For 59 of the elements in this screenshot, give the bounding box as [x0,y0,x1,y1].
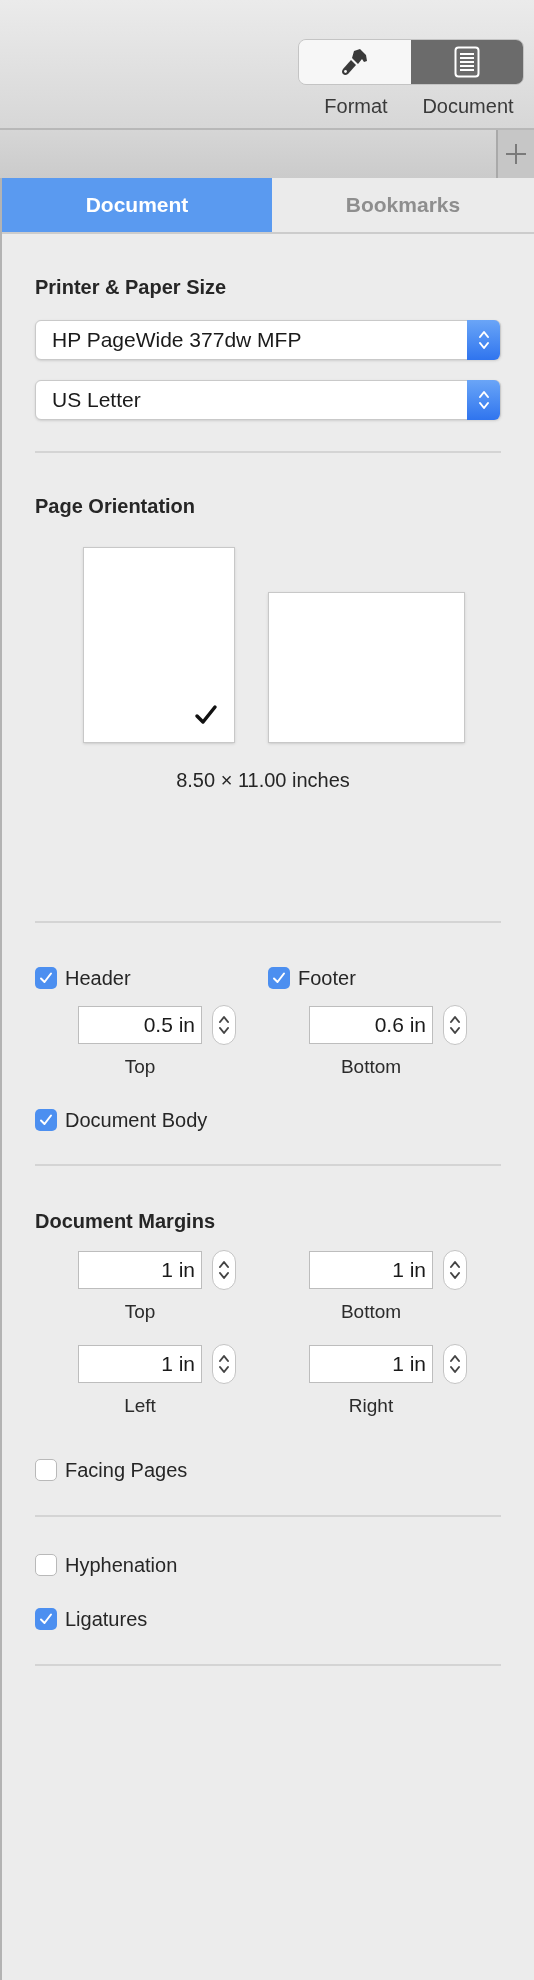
checkmark-icon [194,704,218,726]
stepper-button[interactable] [443,1249,467,1290]
stepper-button[interactable] [212,1344,236,1384]
toolbar-label: Document [421,94,515,119]
field-caption: Bottom [339,1055,403,1079]
checkbox-label: Facing Pages [65,1457,188,1483]
stepper-arrows-icon [218,1258,230,1281]
stepper-button[interactable] [443,1344,467,1384]
stepper-button[interactable] [212,1005,236,1045]
checkbox-label: Header [65,966,131,991]
landscape-page-option[interactable] [268,592,465,743]
checkmark-icon [39,1611,53,1626]
popup-arrows-icon [477,329,490,351]
field-caption: Top [123,1055,157,1079]
checkbox-label: Footer [298,966,356,991]
popup-menu[interactable]: US Letter [35,380,501,420]
measurement-field[interactable]: 1 in [78,1345,202,1383]
checkbox-label: Ligatures [65,1606,148,1632]
stepper-arrows-icon [218,1353,230,1375]
toolbar-label: Format [323,94,389,119]
checkbox-label: Document Body [65,1107,208,1133]
stepper-button[interactable] [443,1005,467,1045]
section-title: Printer & Paper Size [35,275,228,300]
stepper-arrows-icon [449,1258,461,1281]
document-icon [454,46,480,78]
field-caption: Top [123,1299,157,1324]
section-title: Document Margins [35,1208,217,1234]
stepper-arrows-icon [449,1353,461,1375]
checkbox[interactable] [35,967,57,989]
measurement-field[interactable]: 0.5 in [78,1006,202,1044]
page-dimensions: 8.50 × 11.00 inches [175,768,351,793]
measurement-field[interactable]: 1 in [309,1250,433,1289]
checkmark-icon [39,1112,53,1127]
checkbox[interactable] [35,1553,57,1576]
checkbox[interactable] [35,1607,57,1630]
plus-icon [505,143,527,165]
checkmark-icon [272,971,286,985]
section-title: Page Orientation [35,494,197,519]
field-caption: Left [123,1394,157,1418]
measurement-field[interactable]: 1 in [309,1345,433,1383]
checkbox[interactable] [35,1458,57,1481]
popup-menu[interactable]: HP PageWide 377dw MFP [35,320,501,360]
stepper-arrows-icon [218,1014,230,1036]
field-caption: Right [347,1394,395,1418]
measurement-field[interactable]: 1 in [78,1250,202,1289]
field-caption: Bottom [339,1299,403,1324]
checkmark-icon [39,971,53,985]
measurement-field[interactable]: 0.6 in [309,1006,433,1044]
toolbar-segment[interactable] [299,40,411,84]
portrait-page-option[interactable] [83,547,235,743]
popup-arrows-icon [477,389,490,411]
checkbox-label: Hyphenation [65,1552,178,1578]
checkbox[interactable] [35,1108,57,1131]
add-button[interactable] [496,130,534,178]
stepper-arrows-icon [449,1014,461,1036]
paintbrush-icon [340,47,370,77]
toolbar-segment[interactable] [411,40,523,84]
stepper-button[interactable] [212,1249,236,1290]
checkbox[interactable] [268,967,290,989]
